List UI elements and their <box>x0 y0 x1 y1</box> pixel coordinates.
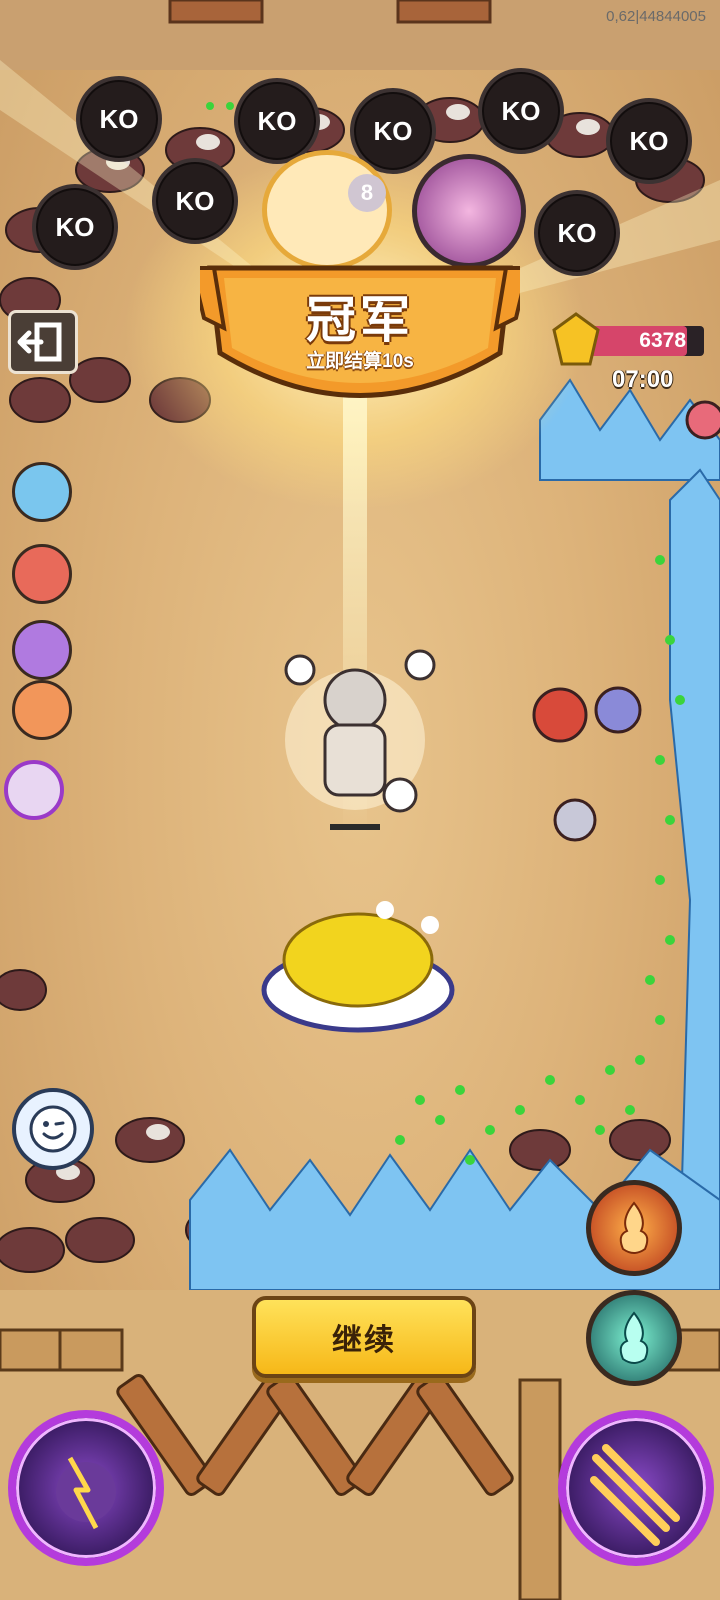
rank-badge: 8 <box>348 174 386 212</box>
ultimate-skill-icon <box>56 1456 116 1530</box>
score-bar: 6378 <box>586 326 704 356</box>
ko-badge: KO <box>76 76 162 162</box>
fire-skill-icon <box>619 1201 649 1254</box>
champion-banner: 冠军 立即结算10s <box>200 258 520 428</box>
gem-icon <box>552 312 600 366</box>
pet-icon-raccoon <box>12 620 72 680</box>
ko-badge: KO <box>152 158 238 244</box>
pet-icon-fire-bird <box>12 680 72 740</box>
wind-skill-button[interactable] <box>586 1290 682 1386</box>
game-scene: 0,62|44844005 KO KO KO KO KO KO KO KO 8 … <box>0 0 720 1600</box>
sword-skill-button[interactable] <box>558 1410 714 1566</box>
match-timer: 07:00 <box>612 366 674 393</box>
chat-emoji-icon <box>29 1105 77 1153</box>
chat-emoji-button[interactable] <box>12 1088 94 1170</box>
ko-badge: KO <box>478 68 564 154</box>
pet-icon-dragon <box>12 544 72 604</box>
fire-skill-button[interactable] <box>586 1180 682 1276</box>
exit-icon <box>17 322 62 362</box>
ko-badge: KO <box>606 98 692 184</box>
ko-badge: KO <box>32 184 118 270</box>
version-label: 0,62|44844005 <box>606 8 706 25</box>
score-value: 6378 <box>639 329 686 352</box>
opponent-portrait <box>412 154 526 268</box>
wind-skill-icon <box>619 1311 649 1364</box>
team-w-icon <box>4 760 64 820</box>
ko-badge: KO <box>234 78 320 164</box>
champion-title: 冠军 <box>306 292 414 348</box>
sword-skill-icon <box>590 1444 680 1546</box>
ko-badge: KO <box>534 190 620 276</box>
exit-button[interactable] <box>8 310 78 374</box>
settlement-countdown: 立即结算10s <box>306 351 414 372</box>
pet-icon-elephant <box>12 462 72 522</box>
continue-button[interactable]: 继续 <box>252 1296 476 1378</box>
ultimate-skill-button[interactable] <box>8 1410 164 1566</box>
